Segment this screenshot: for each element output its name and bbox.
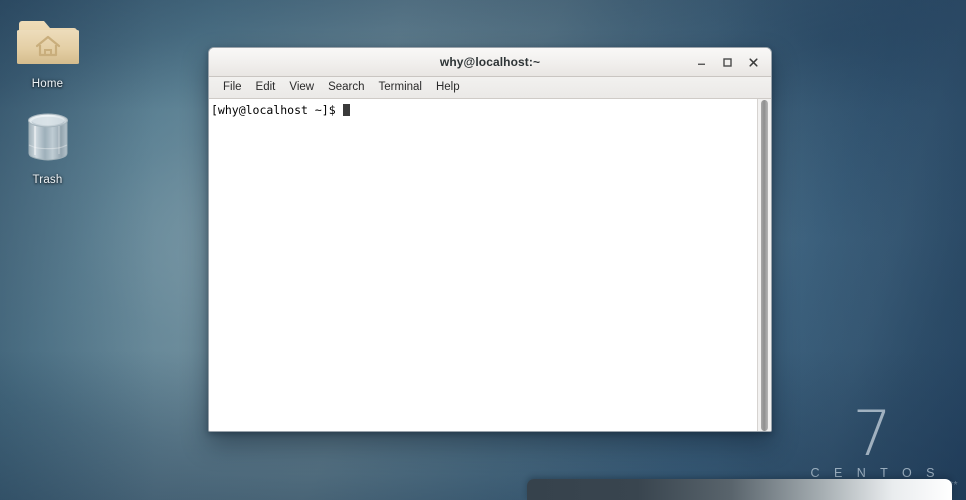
desktop-icon-trash[interactable]: Trash (0, 104, 95, 186)
home-folder-icon (0, 8, 95, 74)
maximize-icon (722, 57, 732, 67)
terminal-menubar: File Edit View Search Terminal Help (209, 77, 771, 99)
terminal-scrollbar[interactable] (757, 99, 771, 431)
minimize-button[interactable] (689, 51, 713, 73)
menu-item-search[interactable]: Search (322, 80, 370, 96)
minimize-icon (697, 63, 705, 65)
menu-item-edit[interactable]: Edit (250, 80, 282, 96)
terminal-body[interactable]: [why@localhost ~]$ (209, 99, 771, 431)
scrollbar-thumb[interactable] (761, 100, 768, 431)
terminal-cursor (342, 104, 350, 116)
menu-item-view[interactable]: View (283, 80, 320, 96)
close-icon (748, 57, 758, 67)
desktop-screen: Home Trash 7 C E N T O S why@localhost:~… (0, 0, 966, 500)
menu-item-help[interactable]: Help (430, 80, 466, 96)
menu-item-file[interactable]: File (217, 80, 248, 96)
trash-bin-icon (0, 104, 95, 170)
desktop-icon-list: Home Trash (0, 8, 95, 200)
terminal-output[interactable]: [why@localhost ~]$ (209, 99, 757, 431)
desktop-icon-label: Trash (32, 174, 63, 186)
close-button[interactable] (741, 51, 765, 73)
window-controls (689, 48, 765, 76)
terminal-title: why@localhost:~ (439, 55, 541, 69)
maximize-button[interactable] (715, 51, 739, 73)
terminal-prompt: [why@localhost ~]$ (211, 103, 343, 117)
desktop-icon-home[interactable]: Home (0, 8, 95, 90)
desktop-icon-label: Home (31, 78, 64, 90)
menu-item-terminal[interactable]: Terminal (373, 80, 428, 96)
bottom-window-edge[interactable] (527, 479, 952, 500)
terminal-window[interactable]: why@localhost:~ File Edit View Search Te… (208, 47, 772, 432)
terminal-titlebar[interactable]: why@localhost:~ (209, 48, 771, 77)
